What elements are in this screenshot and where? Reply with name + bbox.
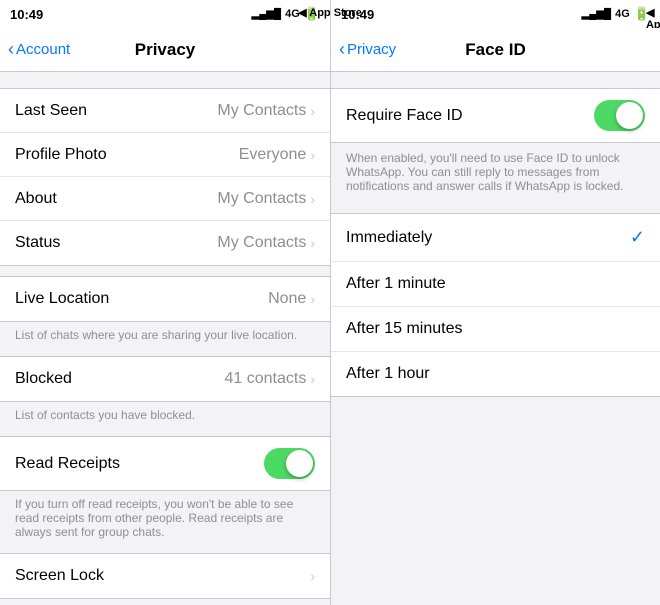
chevron-about: ›	[310, 191, 315, 207]
chevron-last-seen: ›	[310, 103, 315, 119]
value-screen-lock: ›	[310, 568, 315, 584]
face-id-panel: 10:49 ◀ App Store ▂▄▆█ 4G 🔋 ‹ Privacy Fa…	[330, 0, 660, 605]
section-screen-lock: Screen Lock ›	[0, 553, 330, 599]
checkmark-immediately: ✓	[630, 227, 645, 248]
label-about: About	[15, 190, 57, 208]
value-last-seen: My Contacts ›	[217, 102, 315, 120]
option-1min[interactable]: After 1 minute	[331, 262, 660, 307]
time-left: 10:49	[10, 7, 43, 22]
back-button-left[interactable]: ‹ Account	[8, 39, 70, 60]
label-15min: After 15 minutes	[346, 320, 463, 338]
label-1hour: After 1 hour	[346, 365, 430, 383]
nav-bar-left: ‹ Account Privacy	[0, 28, 330, 72]
signal-icon-left: ▂▄▆█	[252, 9, 282, 20]
nav-title-right: Face ID	[465, 40, 525, 60]
row-status[interactable]: Status My Contacts ›	[0, 221, 330, 265]
back-chevron-left: ‹	[8, 39, 14, 60]
value-profile-photo: Everyone ›	[239, 146, 315, 164]
description-faceid: When enabled, you'll need to use Face ID…	[331, 143, 660, 203]
label-read-receipts: Read Receipts	[15, 455, 120, 473]
row-blocked[interactable]: Blocked 41 contacts ›	[0, 357, 330, 401]
row-profile-photo[interactable]: Profile Photo Everyone ›	[0, 133, 330, 177]
section-who-can-see: Last Seen My Contacts › Profile Photo Ev…	[0, 88, 330, 266]
back-label-right[interactable]: Privacy	[347, 41, 396, 58]
chevron-live-location: ›	[310, 291, 315, 307]
label-immediately: Immediately	[346, 229, 432, 247]
status-bar-left: 10:49 ◀ App Store ▂▄▆█ 4G 🔋	[0, 0, 330, 28]
nav-title-left: Privacy	[135, 40, 196, 60]
back-button-right[interactable]: ‹ Privacy	[339, 39, 396, 60]
section-live-location: Live Location None ›	[0, 276, 330, 322]
chevron-profile-photo: ›	[310, 147, 315, 163]
content-right: Require Face ID When enabled, you'll nee…	[331, 72, 660, 605]
row-require-faceid[interactable]: Require Face ID	[331, 89, 660, 142]
status-icons-right: ▂▄▆█ 4G 🔋	[582, 6, 650, 22]
value-status: My Contacts ›	[217, 234, 315, 252]
note-live-location: List of chats where you are sharing your…	[0, 322, 330, 352]
label-live-location: Live Location	[15, 290, 109, 308]
network-right: 4G	[615, 8, 630, 20]
label-blocked: Blocked	[15, 370, 72, 388]
content-left: Last Seen My Contacts › Profile Photo Ev…	[0, 72, 330, 605]
toggle-knob-read-receipts	[286, 450, 313, 477]
app-store-label: ◀ App Store	[298, 6, 330, 19]
row-about[interactable]: About My Contacts ›	[0, 177, 330, 221]
label-status: Status	[15, 234, 60, 252]
option-immediately[interactable]: Immediately ✓	[331, 214, 660, 262]
value-about: My Contacts ›	[217, 190, 315, 208]
option-1hour[interactable]: After 1 hour	[331, 352, 660, 396]
chevron-screen-lock: ›	[310, 568, 315, 584]
label-last-seen: Last Seen	[15, 102, 87, 120]
note-blocked: List of contacts you have blocked.	[0, 402, 330, 432]
section-blocked: Blocked 41 contacts ›	[0, 356, 330, 402]
row-screen-lock[interactable]: Screen Lock ›	[0, 554, 330, 598]
toggle-read-receipts[interactable]	[264, 448, 315, 479]
toggle-knob-faceid	[616, 102, 643, 129]
back-chevron-right: ‹	[339, 39, 345, 60]
option-15min[interactable]: After 15 minutes	[331, 307, 660, 352]
label-profile-photo: Profile Photo	[15, 146, 107, 164]
back-label-left[interactable]: Account	[16, 41, 70, 58]
label-require-faceid: Require Face ID	[346, 107, 463, 125]
note-read-receipts: If you turn off read receipts, you won't…	[0, 491, 330, 549]
row-read-receipts[interactable]: Read Receipts	[0, 437, 330, 490]
value-blocked: 41 contacts ›	[225, 370, 316, 388]
label-1min: After 1 minute	[346, 275, 446, 293]
note-screen-lock: Require Face ID to unlock WhatsApp.	[0, 599, 330, 605]
section-require-faceid: Require Face ID	[331, 88, 660, 143]
row-live-location[interactable]: Live Location None ›	[0, 277, 330, 321]
section-read-receipts: Read Receipts	[0, 436, 330, 491]
chevron-blocked: ›	[310, 371, 315, 387]
section-faceid-timing: Immediately ✓ After 1 minute After 15 mi…	[331, 213, 660, 397]
value-live-location: None ›	[268, 290, 315, 308]
label-screen-lock: Screen Lock	[15, 567, 104, 585]
row-last-seen[interactable]: Last Seen My Contacts ›	[0, 89, 330, 133]
status-bar-right: 10:49 ◀ App Store ▂▄▆█ 4G 🔋	[331, 0, 660, 28]
nav-bar-right: ‹ Privacy Face ID	[331, 28, 660, 72]
signal-icon-right: ▂▄▆█	[582, 9, 612, 20]
privacy-panel: 10:49 ◀ App Store ▂▄▆█ 4G 🔋 ‹ Account Pr…	[0, 0, 330, 605]
chevron-status: ›	[310, 235, 315, 251]
toggle-require-faceid[interactable]	[594, 100, 645, 131]
